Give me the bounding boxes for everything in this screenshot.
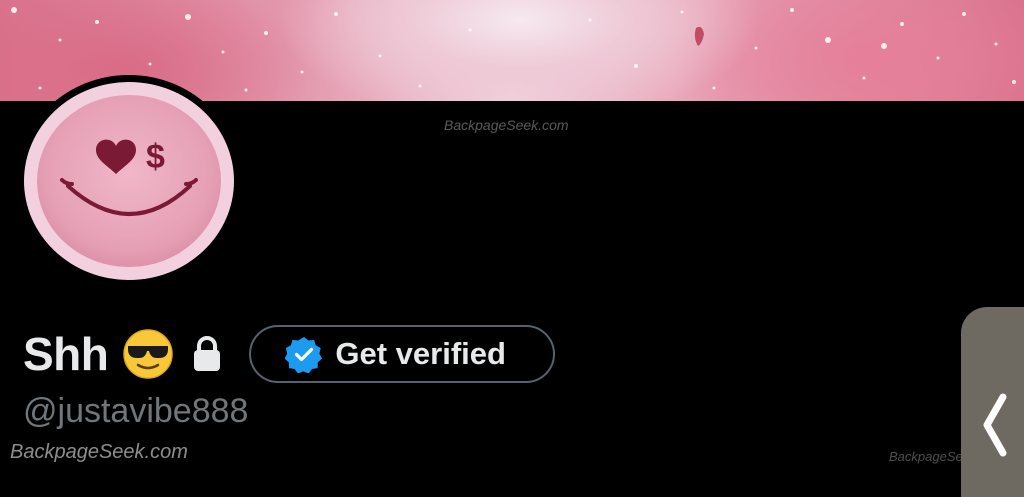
side-panel-handle[interactable]: [961, 307, 1024, 497]
lock-icon: [194, 336, 221, 371]
smiley-face-icon: $: [37, 95, 221, 267]
display-name: Shh: [23, 328, 109, 380]
dollar-eye-icon: $: [146, 138, 165, 176]
avatar[interactable]: $: [24, 82, 234, 280]
sunglasses-emoji-icon: [123, 329, 174, 379]
get-verified-label: Get verified: [335, 336, 506, 371]
verified-badge-icon: [285, 337, 323, 373]
watermark-bottom-left: BackpageSeek.com: [10, 441, 188, 463]
get-verified-button[interactable]: Get verified: [249, 325, 556, 383]
profile-handle: @justavibe888: [23, 392, 249, 430]
watermark-top: BackpageSeek.com: [444, 117, 569, 133]
profile-name-row: Shh Get verified: [23, 322, 556, 386]
chevron-left-icon: [983, 393, 1007, 457]
